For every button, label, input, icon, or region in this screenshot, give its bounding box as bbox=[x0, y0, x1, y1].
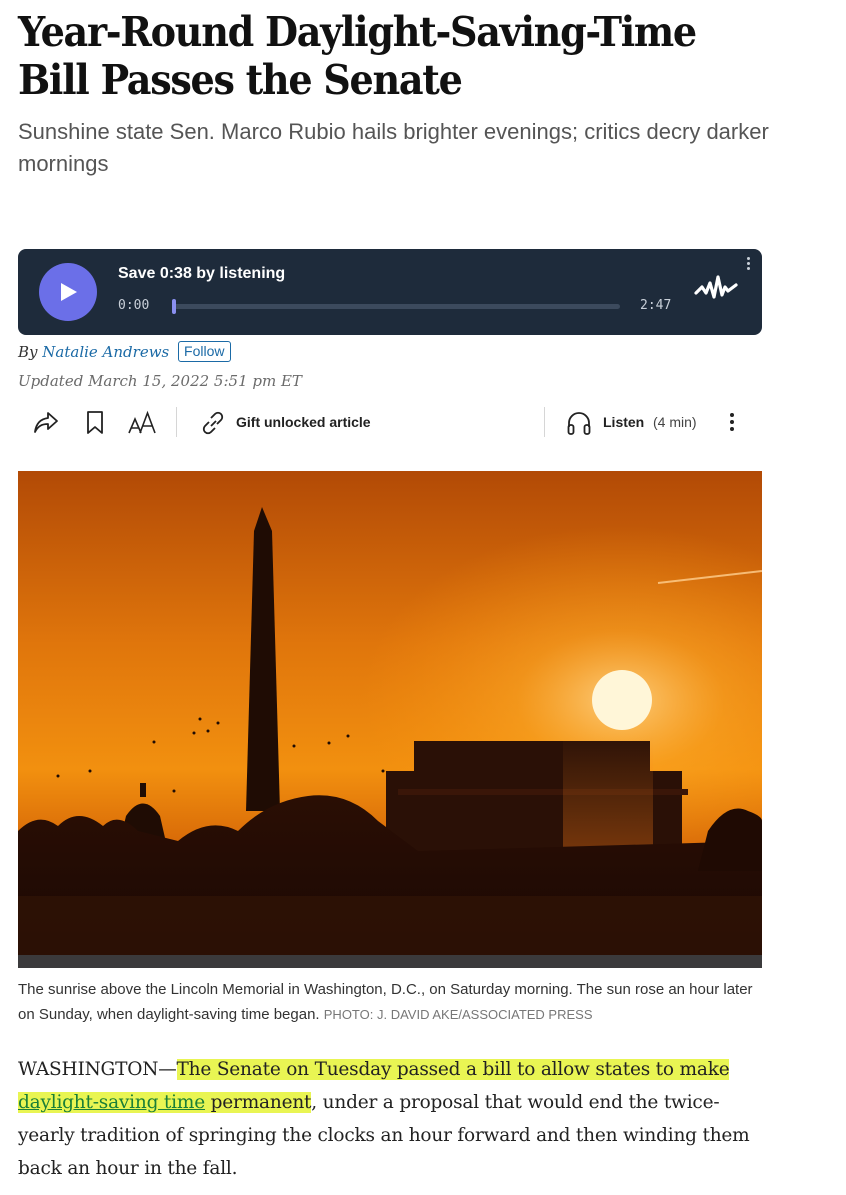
text-size-icon[interactable] bbox=[127, 410, 159, 436]
photo-caption: The sunrise above the Lincoln Memorial i… bbox=[18, 977, 762, 1027]
more-vertical-icon[interactable] bbox=[728, 410, 736, 436]
link-icon[interactable] bbox=[199, 410, 227, 436]
highlighted-text: permanent bbox=[204, 1092, 312, 1113]
author-link[interactable]: Natalie Andrews bbox=[42, 343, 169, 361]
audio-progress-handle[interactable] bbox=[172, 299, 176, 314]
photo-credit: PHOTO: J. DAVID AKE/ASSOCIATED PRESS bbox=[323, 1007, 593, 1022]
share-icon[interactable] bbox=[32, 410, 60, 436]
audio-player: Save 0:38 by listening 0:00 2:47 bbox=[18, 249, 762, 335]
headphones-icon[interactable] bbox=[566, 410, 592, 436]
article-photo bbox=[18, 471, 762, 968]
byline: By Natalie Andrews Follow bbox=[18, 341, 231, 363]
daylight-saving-time-link[interactable]: daylight-saving time bbox=[18, 1092, 205, 1113]
play-icon bbox=[61, 283, 77, 301]
article-headline: Year-Round Daylight-Saving-Time Bill Pas… bbox=[18, 8, 697, 104]
highlighted-text: The Senate on Tuesday passed a bill to a… bbox=[176, 1059, 730, 1080]
listen-duration: (4 min) bbox=[653, 414, 697, 430]
article-body-paragraph: WASHINGTON—The Senate on Tuesday passed … bbox=[18, 1053, 762, 1185]
follow-button[interactable]: Follow bbox=[178, 341, 231, 362]
player-title: Save 0:38 by listening bbox=[118, 265, 286, 282]
bookmark-icon[interactable] bbox=[85, 410, 105, 436]
audio-waveform-logo-icon bbox=[694, 275, 738, 299]
gift-article-button[interactable]: Gift unlocked article bbox=[236, 414, 371, 430]
audio-progress-bar[interactable] bbox=[172, 299, 620, 314]
listen-button[interactable]: Listen bbox=[603, 414, 644, 430]
updated-timestamp: Updated March 15, 2022 5:51 pm ET bbox=[18, 372, 302, 390]
article-dek: Sunshine state Sen. Marco Rubio hails br… bbox=[18, 119, 769, 176]
play-button[interactable] bbox=[39, 263, 97, 321]
article-toolbar: Gift unlocked article Listen (4 min) bbox=[18, 402, 762, 444]
player-options-button[interactable] bbox=[744, 255, 752, 275]
toolbar-divider bbox=[176, 407, 177, 437]
byline-prefix: By bbox=[18, 343, 38, 361]
dateline: WASHINGTON— bbox=[18, 1059, 177, 1080]
toolbar-divider bbox=[544, 407, 545, 437]
elapsed-time: 0:00 bbox=[118, 298, 150, 313]
total-duration: 2:47 bbox=[640, 298, 672, 313]
